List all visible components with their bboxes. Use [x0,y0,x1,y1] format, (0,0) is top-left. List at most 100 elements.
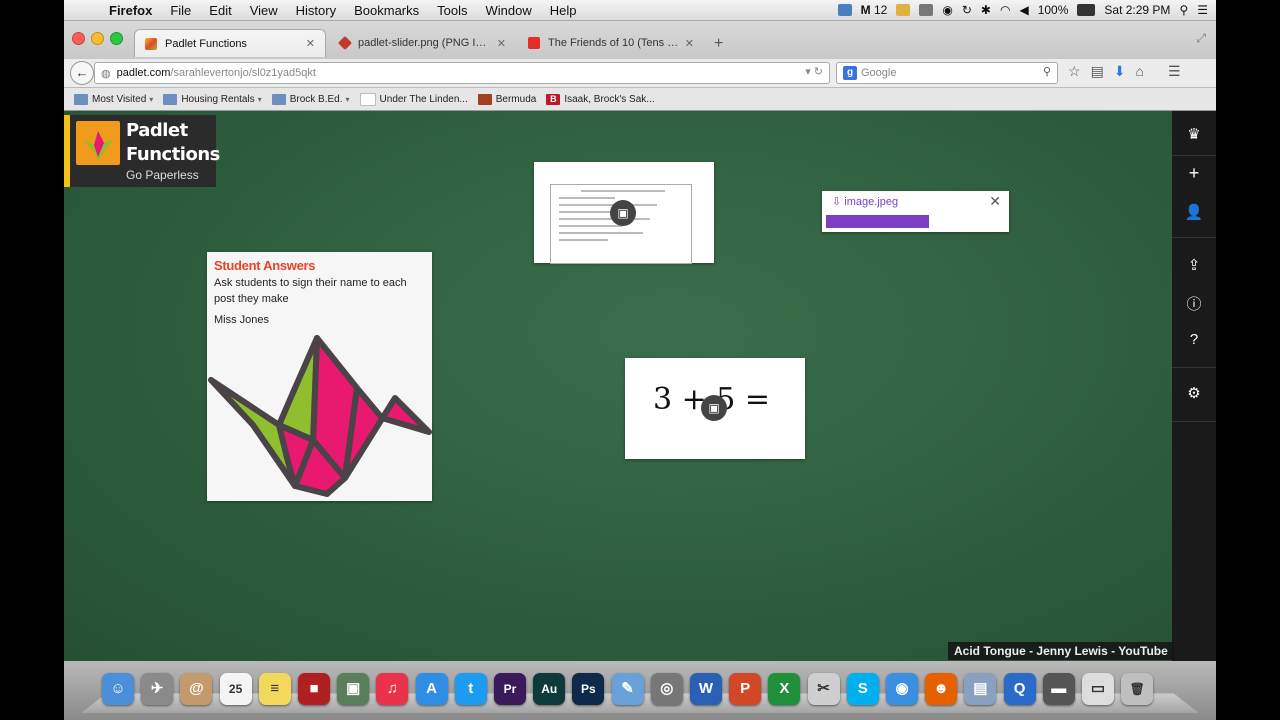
folder-icon [271,93,286,105]
word-icon[interactable]: W [690,673,722,705]
crown-icon[interactable]: ♛ [1172,125,1216,143]
folder-icon [163,93,178,105]
hamburger-menu-icon[interactable]: ☰ [1168,63,1181,80]
url-bar[interactable]: ◍ padlet.com/sarahlevertonjo/sl0z1yad5qk… [94,62,830,84]
premiere-icon[interactable]: Pr [494,673,526,705]
appstore-icon[interactable]: A [415,673,448,705]
downloads-icon[interactable]: ▬ [1042,673,1075,705]
downloads-arrow-icon[interactable]: ⬇ [1114,63,1126,80]
help-icon[interactable]: ? [1172,331,1216,348]
menu-history[interactable]: History [287,3,345,18]
battery-level[interactable]: 100% [1038,3,1069,17]
settings-gear-icon[interactable]: ⚙ [1172,384,1216,402]
back-button[interactable]: ← [70,61,94,85]
add-post-icon[interactable]: + [1172,163,1216,184]
zoom-window-button[interactable] [110,32,123,45]
open-viewer-book-icon[interactable]: ▣ [610,200,636,226]
preview-icon[interactable]: ▣ [337,673,370,705]
skype-icon[interactable]: S [846,673,879,705]
fullscreen-icon[interactable]: ⤢ [1196,31,1206,46]
bookmark-most-visited[interactable]: Most Visited ▾ [74,93,153,105]
menu-file[interactable]: File [161,3,200,18]
iphoto-icon[interactable]: ▤ [964,673,997,705]
audition-icon[interactable]: Au [533,673,566,705]
spotlight-icon[interactable]: ⚲ [1179,3,1188,17]
math-equation-post[interactable]: 3 + 5 = ▣ [625,358,805,459]
bookmark-bermuda[interactable]: Bermuda [477,93,536,105]
screenshot-icon[interactable]: ◎ [650,673,683,705]
clock[interactable]: Sat 2:29 PM [1104,3,1170,17]
sync-icon[interactable] [919,4,934,16]
info-icon[interactable]: ⓘ [1172,293,1216,314]
reload-icon[interactable]: ▾ ↻ [805,65,823,78]
textedit-icon[interactable]: ✎ [611,673,644,705]
script-icon[interactable]: ✂ [807,673,840,705]
padlet-logo[interactable]: Padlet Functions Go Paperless [64,115,220,187]
timemachine-icon[interactable]: ↻ [962,3,972,17]
notes-icon[interactable]: ≡ [258,673,291,705]
close-tab-icon[interactable]: ✕ [306,37,315,50]
wifi-icon[interactable]: ◠ [1000,3,1010,17]
photoshop-icon[interactable]: Ps [572,673,605,705]
powerpoint-icon[interactable]: P [729,673,762,705]
close-window-button[interactable] [72,32,85,45]
record-icon[interactable]: ◉ [942,3,952,17]
document-post[interactable]: ▣ [534,162,714,264]
close-tab-icon[interactable]: ✕ [685,37,694,50]
photobooth-icon[interactable]: ■ [298,673,330,705]
display-icon[interactable]: ▭ [1082,673,1114,705]
open-viewer-book-icon[interactable]: ▣ [701,395,727,421]
evernote-icon[interactable] [896,4,911,16]
tab-label: padlet-slider.png (PNG Im... [358,37,491,49]
calendar-icon[interactable]: 25 [219,673,252,705]
close-tab-icon[interactable]: ✕ [497,37,506,50]
bookmarks-menu-icon[interactable]: ▤ [1091,63,1104,80]
notification-center-icon[interactable]: ☰ [1197,3,1208,17]
bookmark-housing-rentals[interactable]: Housing Rentals ▾ [163,93,262,105]
video-title-overlay[interactable]: Acid Tongue - Jenny Lewis - YouTube [948,642,1174,660]
tab-padlet-slider[interactable]: padlet-slider.png (PNG Im... ✕ [330,29,516,57]
contacts-icon[interactable]: @ [180,673,213,705]
search-icon[interactable]: ⚲ [1043,65,1051,78]
quicktime-icon[interactable]: Q [1003,673,1036,705]
share-icon[interactable]: ⇪ [1172,256,1216,274]
padlet-board[interactable]: Padlet Functions Go Paperless ▣ ⇩ image.j… [64,111,1172,661]
profile-icon[interactable]: 👤 [1172,203,1216,221]
gmail-count[interactable]: M 12 [861,3,888,17]
tab-padlet-functions[interactable]: Padlet Functions ✕ [134,29,326,57]
volume-icon[interactable]: ◀ [1019,3,1028,17]
home-icon[interactable]: ⌂ [1136,63,1144,80]
menu-bookmarks[interactable]: Bookmarks [345,3,428,18]
bookmark-star-icon[interactable]: ☆ [1068,63,1081,80]
logo-title-line1: Padlet [126,120,188,141]
upload-progress-bar [826,215,929,228]
minimize-window-button[interactable] [91,32,104,45]
menu-firefox[interactable]: Firefox [100,3,161,18]
bookmark-under-the-linden[interactable]: Under The Linden... [359,92,468,106]
search-bar[interactable]: g Google ⚲ [836,62,1058,84]
safari-icon[interactable]: ◉ [886,673,918,705]
site-identity-icon[interactable]: ◍ [101,67,111,80]
excel-icon[interactable]: X [768,673,801,705]
menu-view[interactable]: View [241,3,287,18]
menu-tools[interactable]: Tools [428,3,476,18]
new-tab-icon[interactable]: + [714,35,723,53]
screen: Firefox File Edit View History Bookmarks… [64,0,1216,720]
itunes-icon[interactable]: ♫ [376,673,409,705]
finder-icon[interactable]: ☺ [102,673,134,705]
bookmark-brock-bed[interactable]: Brock B.Ed. ▾ [271,93,350,105]
menu-window[interactable]: Window [477,3,541,18]
trash-icon[interactable]: 🗑 [1121,673,1154,705]
cancel-upload-icon[interactable]: ✕ [989,193,1001,210]
student-answers-post[interactable]: Student Answers Ask students to sign the… [207,252,432,501]
launchpad-icon[interactable]: ✈ [141,673,174,705]
tab-friends-of-10[interactable]: The Friends of 10 (Tens fr... ✕ [518,29,704,57]
dropbox-icon[interactable] [837,4,852,16]
menu-edit[interactable]: Edit [200,3,240,18]
google-engine-icon[interactable]: g [843,66,857,80]
bluetooth-icon[interactable]: ✱ [981,3,991,17]
menu-help[interactable]: Help [541,3,586,18]
twitter-icon[interactable]: t [454,673,487,705]
bookmark-isaak-brock[interactable]: B Isaak, Brock's Sak... [546,93,655,105]
firefox-icon[interactable]: ☻ [925,673,958,705]
